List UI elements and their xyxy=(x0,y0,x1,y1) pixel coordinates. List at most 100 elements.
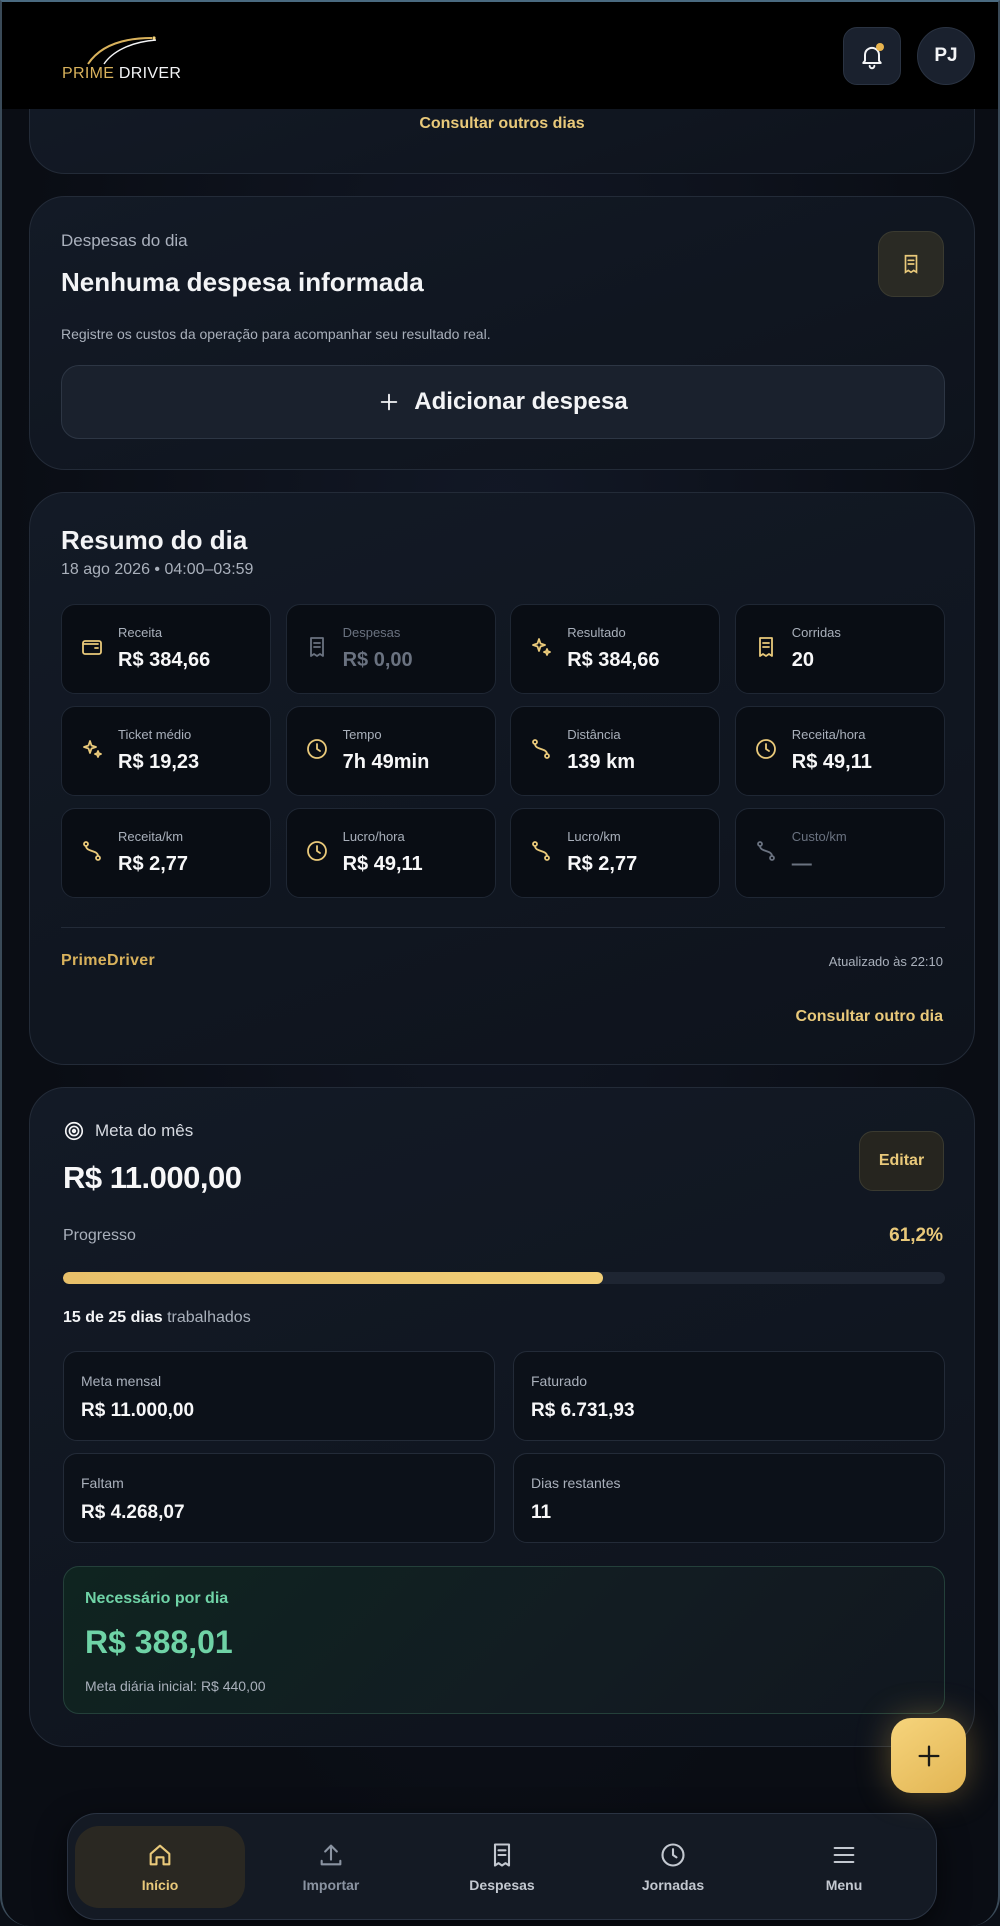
goal-stat: Faltam R$ 4.268,07 xyxy=(63,1453,495,1543)
receipt-icon xyxy=(904,254,918,274)
sparkles-icon xyxy=(83,740,102,758)
add-expense-label: Adicionar despesa xyxy=(414,388,628,415)
notifications-button[interactable] xyxy=(843,27,901,85)
clock-icon xyxy=(755,739,776,759)
metric-value: R$ 19,23 xyxy=(118,751,200,773)
route-icon xyxy=(532,841,551,861)
consult-other-days-link[interactable]: Consultar outros dias xyxy=(30,115,974,133)
metric-label: Receita/hora xyxy=(791,727,866,742)
goal-stat-label: Faturado xyxy=(531,1373,588,1389)
clock-icon xyxy=(306,841,327,861)
metric-value: R$ 384,66 xyxy=(118,649,211,671)
metric-value: R$ 384,66 xyxy=(567,649,660,671)
metric-tile: Custo/km — xyxy=(734,808,945,898)
metric-value: 139 km xyxy=(567,751,636,773)
avatar[interactable]: PJ xyxy=(917,27,975,85)
add-expense-button[interactable]: Adicionar despesa xyxy=(61,365,945,439)
metric-label: Corridas xyxy=(791,625,841,640)
days-worked-suffix: trabalhados xyxy=(167,1309,251,1326)
quick-add-button[interactable] xyxy=(891,1718,966,1793)
brand-prime: PRIME xyxy=(62,65,115,82)
brand-driver: DRIVER xyxy=(118,65,182,82)
metric-label: Custo/km xyxy=(791,829,847,844)
needed-value: R$ 388,01 xyxy=(85,1624,233,1660)
metric-tile: Distância 139 km xyxy=(510,706,721,796)
receipt-badge xyxy=(878,231,944,297)
receipt-icon xyxy=(758,637,773,657)
goal-stat: Meta mensal R$ 11.000,00 xyxy=(63,1351,495,1441)
home-icon xyxy=(149,1844,171,1866)
plus-icon xyxy=(918,1745,939,1766)
progress-bar xyxy=(63,1272,945,1284)
route-icon xyxy=(756,841,775,861)
metric-tile: Tempo 7h 49min xyxy=(285,706,496,796)
menu-icon xyxy=(833,1846,855,1864)
metric-icon xyxy=(305,737,329,761)
nav-label: Despesas xyxy=(469,1877,535,1893)
brand-logo[interactable]: PRIME DRIVER xyxy=(60,32,181,88)
sparkles-icon xyxy=(532,638,552,656)
goal-amount: R$ 11.000,00 xyxy=(63,1160,242,1195)
bottom-navigation: Início Importar Despesas Jornadas Menu xyxy=(67,1813,937,1920)
metric-label: Lucro/km xyxy=(567,829,621,844)
nav-label: Início xyxy=(141,1877,179,1893)
plus-icon xyxy=(381,393,398,411)
goal-stat-label: Meta mensal xyxy=(81,1373,162,1389)
expenses-description: Registre os custos da operação para acom… xyxy=(61,326,491,342)
route-icon xyxy=(532,739,551,759)
metric-tile: Lucro/km R$ 2,77 xyxy=(510,808,721,898)
goal-stat-value: R$ 11.000,00 xyxy=(81,1400,195,1421)
goal-header: Meta do mês xyxy=(63,1120,193,1142)
metrics-grid: Receita R$ 384,66 Despesas R$ 0,00 Resultado… xyxy=(61,604,945,898)
days-worked: 15 de 25 dias trabalhados xyxy=(63,1309,251,1327)
metric-icon xyxy=(754,635,778,659)
metric-tile: Ticket médio R$ 19,23 xyxy=(61,706,271,796)
metric-label: Distância xyxy=(567,727,621,742)
goal-stat: Dias restantes 11 xyxy=(513,1453,945,1543)
metric-label: Lucro/hora xyxy=(342,829,405,844)
notification-dot xyxy=(876,43,884,51)
metric-tile: Despesas R$ 0,00 xyxy=(285,604,496,694)
expenses-card: Despesas do dia Nenhuma despesa informad… xyxy=(29,196,975,470)
summary-title: Resumo do dia xyxy=(61,525,248,555)
app-header: PRIME DRIVER PJ xyxy=(2,2,998,109)
nav-item-inicio[interactable]: Início xyxy=(75,1826,245,1908)
metric-tile: Receita/hora R$ 49,11 xyxy=(734,706,945,796)
summary-brand: PrimeDriver xyxy=(61,952,156,969)
progress-fill xyxy=(63,1272,603,1284)
app-frame: PRIME DRIVER PJ Consultar outros dias De… xyxy=(0,0,1000,1926)
nav-item-despesas[interactable]: Despesas xyxy=(417,1826,587,1908)
metric-label: Receita/km xyxy=(118,829,184,844)
clock-icon xyxy=(306,739,327,759)
consult-other-day-link[interactable]: Consultar outro dia xyxy=(795,1008,943,1026)
metric-icon xyxy=(80,635,104,659)
metric-label: Receita xyxy=(118,625,163,640)
metric-icon xyxy=(80,737,104,761)
wallet-icon xyxy=(82,640,102,655)
metric-value: R$ 49,11 xyxy=(342,853,423,875)
nav-item-menu[interactable]: Menu xyxy=(759,1826,929,1908)
brand-wordmark: PRIME DRIVER xyxy=(62,65,181,83)
nav-label: Menu xyxy=(825,1877,863,1893)
nav-item-jornadas[interactable]: Jornadas xyxy=(588,1826,758,1908)
metric-icon xyxy=(305,635,329,659)
day-summary-card: Resumo do dia 18 ago 2026 • 04:00–03:59 … xyxy=(29,492,975,1065)
metric-label: Despesas xyxy=(342,625,401,640)
goal-stats: Meta mensal R$ 11.000,00 Faturado R$ 6.731,… xyxy=(63,1351,945,1543)
metric-icon xyxy=(529,839,553,863)
metric-icon xyxy=(754,839,778,863)
metric-value: R$ 2,77 xyxy=(118,853,189,875)
updated-time: Atualizado às 22:10 xyxy=(828,954,943,969)
metric-label: Tempo xyxy=(342,727,382,742)
metric-value: R$ 0,00 xyxy=(342,649,413,671)
edit-goal-button[interactable]: Editar xyxy=(859,1131,944,1191)
metric-value: — xyxy=(791,853,812,875)
nav-label: Jornadas xyxy=(641,1877,705,1893)
goal-stat-value: R$ 6.731,93 xyxy=(531,1400,635,1421)
receipt-icon xyxy=(493,1843,511,1867)
nav-item-importar[interactable]: Importar xyxy=(246,1826,416,1908)
metric-value: 20 xyxy=(791,649,815,671)
metric-value: 7h 49min xyxy=(342,751,430,773)
expenses-label: Despesas do dia xyxy=(61,231,188,250)
goal-stat-label: Faltam xyxy=(81,1475,124,1491)
